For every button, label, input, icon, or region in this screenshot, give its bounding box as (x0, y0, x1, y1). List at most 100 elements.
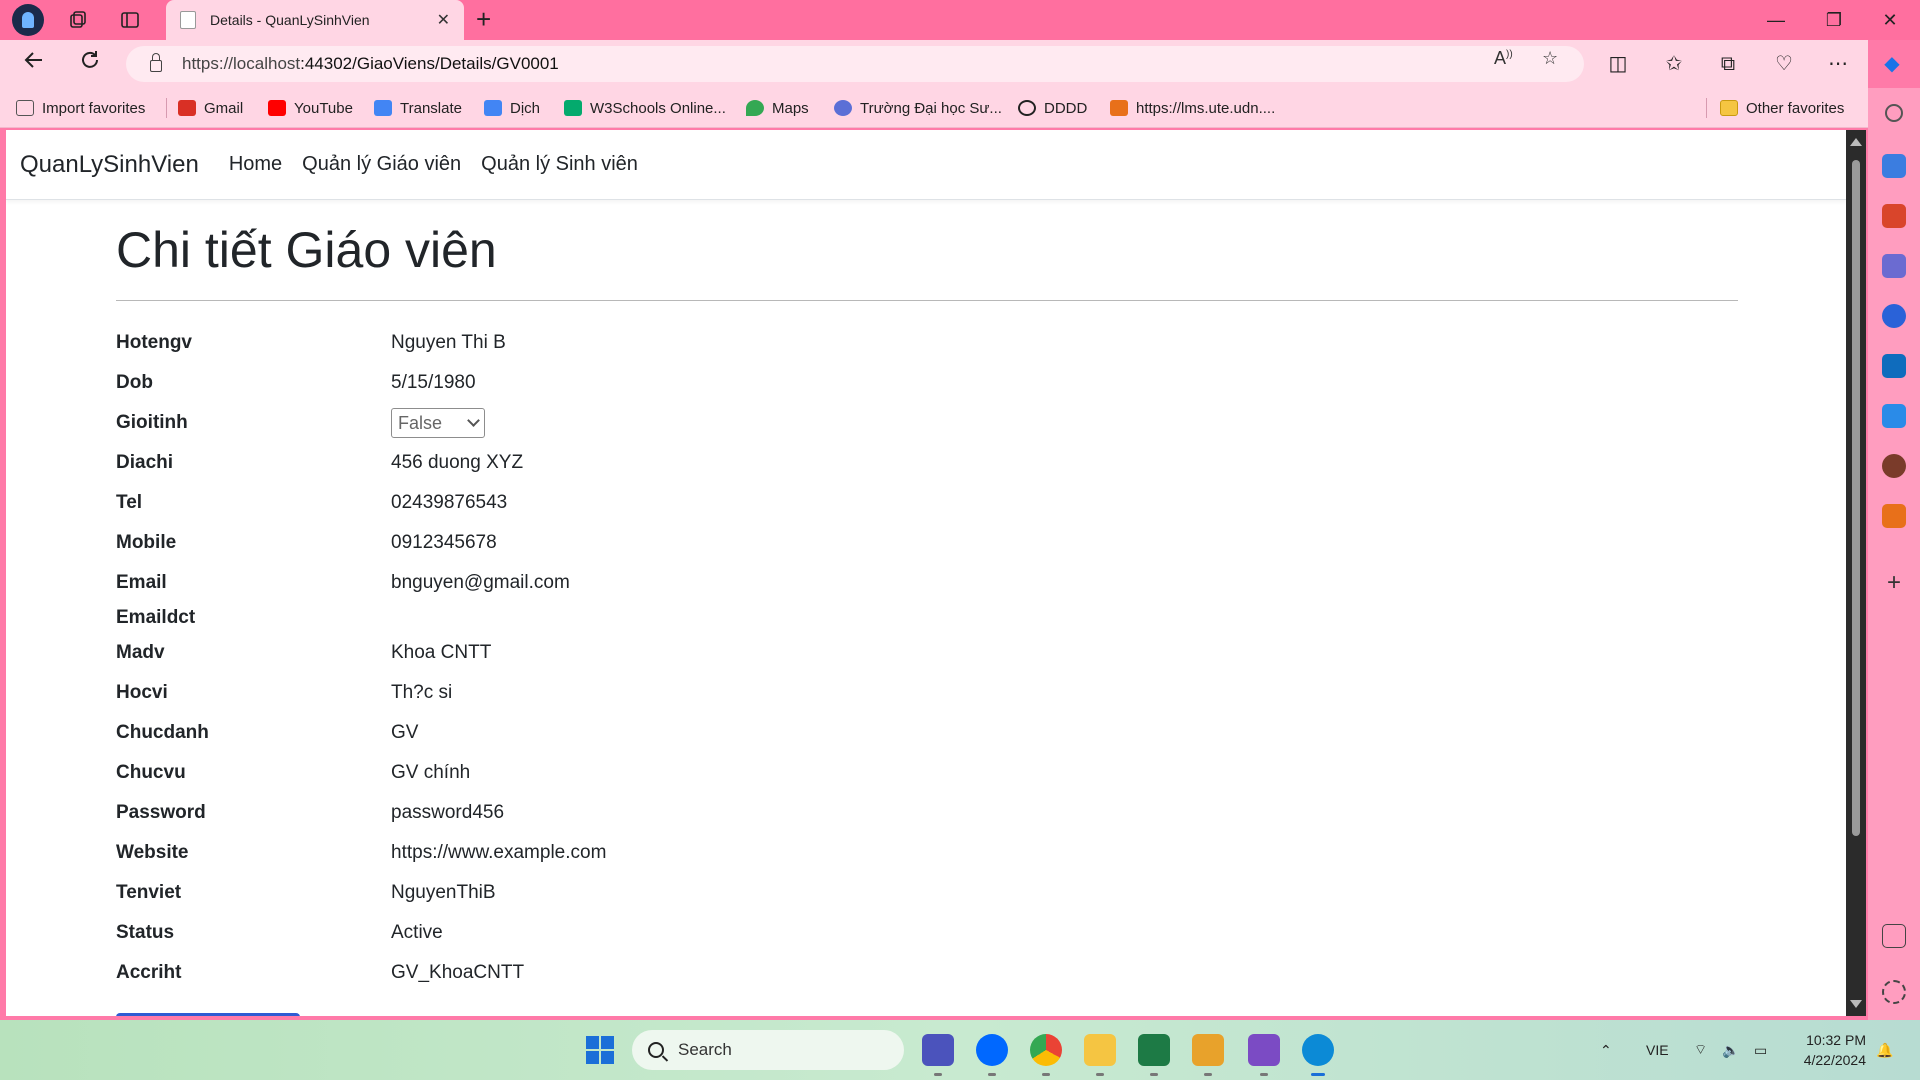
other-favorites[interactable]: Other favorites (1720, 97, 1844, 119)
lock-icon[interactable] (150, 53, 162, 72)
favorite-w3schools[interactable]: W3Schools Online... (564, 97, 726, 119)
search-icon[interactable] (1885, 104, 1903, 122)
new-tab-button[interactable]: + (476, 4, 491, 34)
search-icon (648, 1042, 664, 1058)
more-menu-icon[interactable]: ⋯ (1822, 48, 1854, 80)
favorites-icon[interactable]: ✩ (1658, 48, 1690, 80)
page-scrollbar[interactable] (1846, 130, 1866, 1016)
scroll-up-icon[interactable] (1850, 138, 1862, 146)
restore-button[interactable]: ❐ (1814, 6, 1854, 34)
favorite-import[interactable]: Import favorites (16, 97, 145, 119)
favorites-separator (1706, 98, 1707, 118)
snipping-tool-icon[interactable] (1192, 1034, 1224, 1076)
collections-icon[interactable]: ⧉ (1712, 48, 1744, 80)
detail-value: Th?c si (391, 682, 453, 703)
split-screen-icon[interactable]: ◫ (1602, 48, 1634, 80)
detail-value: 02439876543 (391, 492, 508, 513)
favorite-lms[interactable]: https://lms.ute.udn.... (1110, 97, 1275, 119)
translate-icon (374, 100, 392, 116)
notification-bell-icon[interactable]: 🔔 (1876, 1020, 1893, 1080)
w3schools-icon (564, 100, 582, 116)
favorite-translate[interactable]: Translate (374, 97, 462, 119)
tab-title: Details - QuanLySinhVien (210, 12, 370, 28)
gender-select-wrap: False (391, 408, 485, 438)
detail-label: Emaildct (116, 607, 196, 628)
read-aloud-icon[interactable]: A)) (1494, 48, 1513, 69)
favorite-youtube[interactable]: YouTube (268, 97, 353, 119)
input-language[interactable]: VIE (1646, 1020, 1669, 1080)
taskbar-search[interactable]: Search (632, 1030, 904, 1070)
minimize-button[interactable]: — (1756, 6, 1796, 34)
favorite-dddd[interactable]: DDDD (1018, 97, 1087, 119)
favorite-gmail[interactable]: Gmail (178, 97, 243, 119)
zalo-icon[interactable] (976, 1034, 1008, 1076)
outlook-icon[interactable] (1882, 354, 1906, 378)
file-explorer-icon[interactable] (1084, 1034, 1116, 1076)
scroll-down-icon[interactable] (1850, 1000, 1862, 1008)
workspaces-icon[interactable] (64, 6, 92, 34)
add-icon[interactable]: + (1882, 571, 1906, 596)
favorite-dich[interactable]: Dịch (484, 97, 540, 119)
tab-close-icon[interactable]: ✕ (437, 10, 450, 30)
detail-row-diachi: Diachi 456 duong XYZ (116, 443, 1738, 483)
moodle-sidebar-icon[interactable] (1882, 504, 1906, 528)
visual-studio-icon[interactable] (1248, 1034, 1280, 1076)
detail-row-tel: Tel 02439876543 (116, 483, 1738, 523)
profile-l-icon[interactable] (1882, 454, 1906, 478)
shopping-tag-icon[interactable] (1882, 154, 1906, 178)
back-button[interactable] (18, 48, 50, 80)
folder-icon (1720, 100, 1738, 116)
tools-icon[interactable] (1882, 204, 1906, 228)
close-window-button[interactable]: ✕ (1870, 6, 1910, 34)
detail-row-chucvu: Chucvu GV chính (116, 753, 1738, 793)
send-icon[interactable] (1882, 404, 1906, 428)
detail-label: Chucdanh (116, 722, 209, 743)
taskbar-search-placeholder: Search (678, 1040, 732, 1059)
favorite-star-icon[interactable]: ☆ (1542, 48, 1558, 69)
nav-students[interactable]: Quản lý Sinh viên (481, 153, 638, 176)
clock-time: 10:32 PM (1806, 1032, 1866, 1048)
nav-home[interactable]: Home (229, 153, 282, 176)
battery-icon[interactable]: ▭ (1754, 1020, 1767, 1080)
favorite-university[interactable]: Trường Đại học Sư... (834, 97, 1002, 119)
detail-row-website: Website https://www.example.com (116, 833, 1738, 873)
detail-row-dob: Dob 5/15/1980 (116, 363, 1738, 403)
detail-value: password456 (391, 802, 505, 823)
screenshot-icon[interactable] (1882, 924, 1906, 948)
volume-icon[interactable]: 🔈 (1722, 1020, 1739, 1080)
tray-overflow-icon[interactable]: ⌃ (1600, 1020, 1612, 1080)
windows-start-icon[interactable] (584, 1034, 616, 1066)
detail-row-gioitinh: Gioitinh False (116, 403, 1738, 443)
teams-icon[interactable] (922, 1034, 954, 1076)
settings-gear-icon[interactable] (1882, 980, 1906, 1004)
address-bar[interactable]: https://localhost:44302/GiaoViens/Detail… (126, 46, 1584, 82)
detail-row-tenviet: Tenviet NguyenThiB (116, 873, 1738, 913)
detail-row-accriht: Accriht GV_KhoaCNTT (116, 953, 1738, 993)
system-clock[interactable]: 10:32 PM 4/22/2024 (1794, 1030, 1866, 1070)
detail-value: 456 duong XYZ (391, 452, 524, 473)
scroll-thumb[interactable] (1852, 160, 1860, 836)
detail-row-hotengv: Hotengv Nguyen Thi B (116, 323, 1738, 363)
app-brand-link[interactable]: QuanLySinhVien (20, 151, 199, 179)
detail-row-password: Password password456 (116, 793, 1738, 833)
favorite-maps[interactable]: Maps (746, 97, 809, 119)
url-text[interactable]: https://localhost:44302/GiaoViens/Detail… (182, 54, 559, 74)
detail-value: 0912345678 (391, 532, 497, 553)
vertical-tabs-icon[interactable] (116, 6, 144, 34)
copilot-sidebar-icon[interactable] (1882, 304, 1906, 328)
games-icon[interactable] (1882, 254, 1906, 278)
edge-icon[interactable] (1302, 1034, 1334, 1076)
edit-button-partial[interactable] (116, 1013, 300, 1016)
refresh-button[interactable] (74, 48, 106, 80)
tab-active[interactable]: Details - QuanLySinhVien ✕ (166, 0, 464, 40)
page-title: Chi tiết Giáo viên (116, 222, 497, 278)
nav-teachers[interactable]: Quản lý Giáo viên (302, 153, 461, 176)
wifi-icon[interactable]: ⌔ (1694, 1020, 1707, 1080)
chrome-icon[interactable] (1030, 1034, 1062, 1076)
gender-select[interactable]: False (391, 408, 485, 438)
excel-icon[interactable] (1138, 1034, 1170, 1076)
profile-avatar-icon[interactable] (12, 4, 44, 36)
copilot-icon[interactable]: ◆ (1876, 48, 1908, 80)
favorites-bar: Import favorites Gmail YouTube Translate… (0, 88, 1868, 128)
browser-essentials-icon[interactable]: ♡ (1768, 48, 1800, 80)
